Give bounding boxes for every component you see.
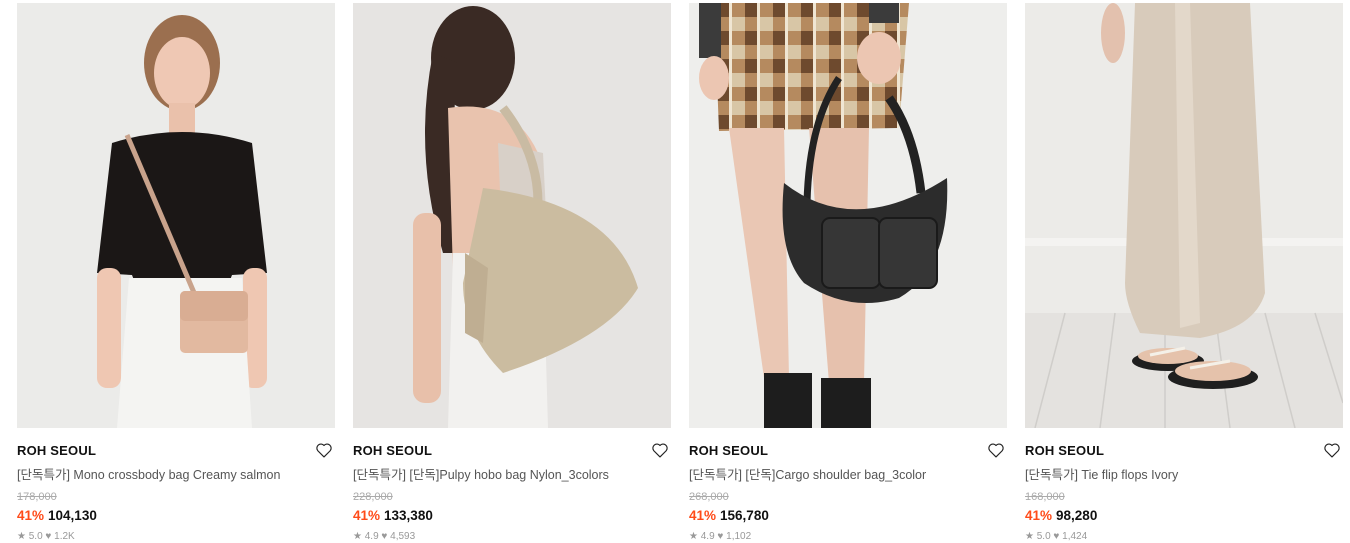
product-title[interactable]: [단독특가] [단독]Pulpy hobo bag Nylon_3colors xyxy=(353,467,671,483)
heart-outline-icon[interactable] xyxy=(651,442,669,458)
price-row: 41% 104,130 xyxy=(17,508,335,524)
discount-rate: 41% xyxy=(17,508,45,523)
brand-name[interactable]: ROH SEOUL xyxy=(17,442,335,460)
original-price: 268,000 xyxy=(689,491,729,503)
heart-outline-icon[interactable] xyxy=(315,442,333,458)
product-title[interactable]: [단독특가] Mono crossbody bag Creamy salmon xyxy=(17,467,335,483)
sale-price: 133,380 xyxy=(384,508,433,523)
discount-rate: 41% xyxy=(689,508,717,523)
product-card[interactable]: ROH SEOUL [단독특가] Mono crossbody bag Crea… xyxy=(17,3,335,543)
rating-info: ★ 4.9 ♥ 4,593 xyxy=(353,531,416,542)
price-row: 41% 156,780 xyxy=(689,508,1007,524)
rating-info: ★ 4.9 ♥ 1,102 xyxy=(689,531,752,542)
sale-price: 98,280 xyxy=(1056,508,1098,523)
product-image[interactable] xyxy=(353,3,671,428)
sale-price: 156,780 xyxy=(720,508,769,523)
discount-rate: 41% xyxy=(353,508,381,523)
product-image[interactable] xyxy=(1025,3,1343,428)
product-title[interactable]: [단독특가] [단독]Cargo shoulder bag_3color xyxy=(689,467,1007,483)
rating-info: ★ 5.0 ♥ 1.2K xyxy=(17,531,75,542)
product-image[interactable] xyxy=(689,3,1007,428)
discount-rate: 41% xyxy=(1025,508,1053,523)
product-card[interactable]: ROH SEOUL [단독특가] Tie flip flops Ivory 16… xyxy=(1025,3,1343,543)
product-card[interactable]: ROH SEOUL [단독특가] [단독]Pulpy hobo bag Nylo… xyxy=(353,3,671,543)
product-image[interactable] xyxy=(17,3,335,428)
sale-price: 104,130 xyxy=(48,508,97,523)
product-card[interactable]: ROH SEOUL [단독특가] [단독]Cargo shoulder bag_… xyxy=(689,3,1007,543)
product-grid: ROH SEOUL [단독특가] Mono crossbody bag Crea… xyxy=(0,0,1350,542)
product-title[interactable]: [단독특가] Tie flip flops Ivory xyxy=(1025,467,1343,483)
heart-outline-icon[interactable] xyxy=(987,442,1005,458)
brand-name[interactable]: ROH SEOUL xyxy=(353,442,671,460)
original-price: 178,000 xyxy=(17,491,57,503)
original-price: 228,000 xyxy=(353,491,393,503)
heart-outline-icon[interactable] xyxy=(1323,442,1341,458)
brand-name[interactable]: ROH SEOUL xyxy=(1025,442,1343,460)
brand-name[interactable]: ROH SEOUL xyxy=(689,442,1007,460)
rating-info: ★ 5.0 ♥ 1,424 xyxy=(1025,531,1088,542)
price-row: 41% 98,280 xyxy=(1025,508,1343,524)
price-row: 41% 133,380 xyxy=(353,508,671,524)
original-price: 168,000 xyxy=(1025,491,1065,503)
